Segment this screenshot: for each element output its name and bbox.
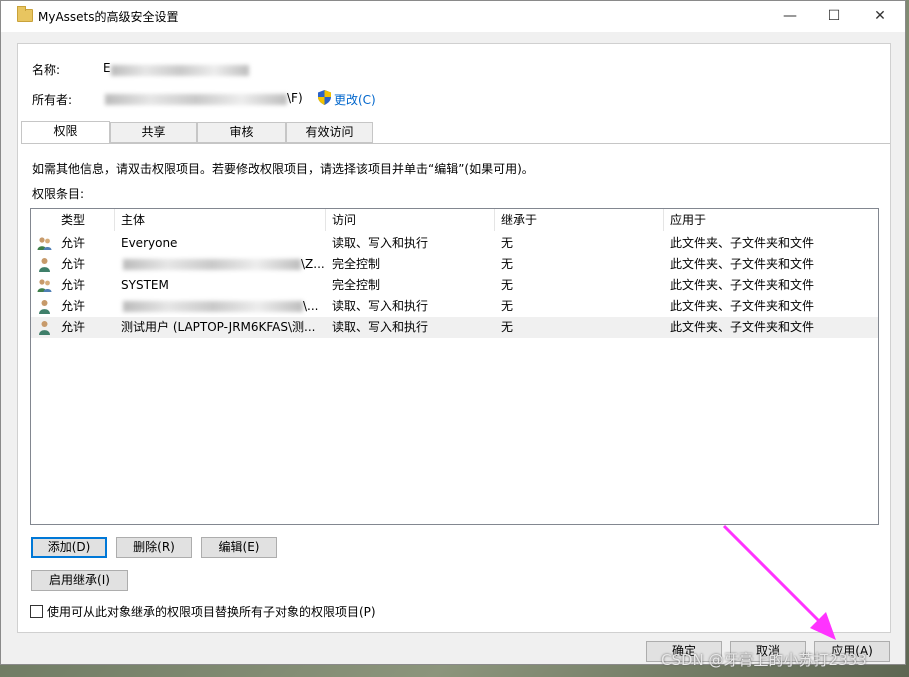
annotation-arrow-icon	[722, 524, 836, 640]
watermark: CSDN @牙膏上的小苏打2333	[661, 651, 867, 669]
